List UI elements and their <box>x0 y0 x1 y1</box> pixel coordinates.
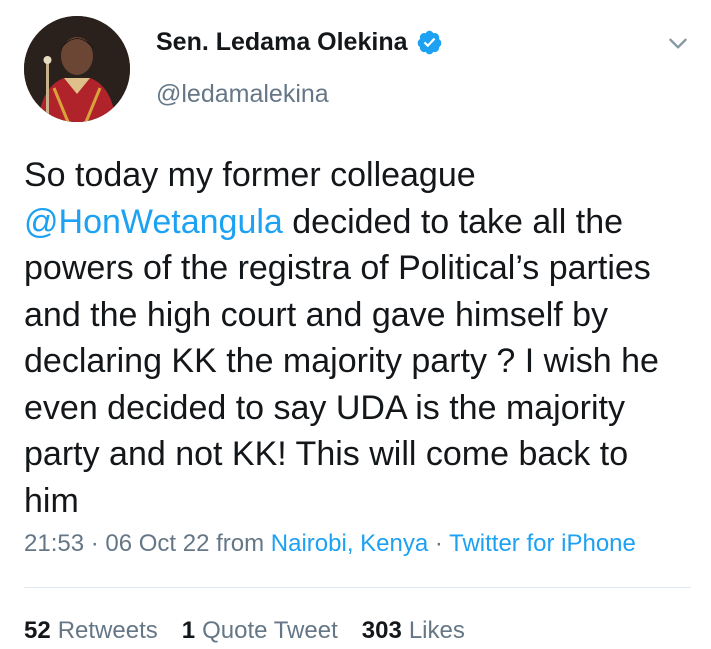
avatar-photo <box>24 16 130 122</box>
tweet-meta: 21:53 · 06 Oct 22 from Nairobi, Kenya · … <box>24 530 636 558</box>
quote-count: 1 <box>181 617 196 644</box>
mention-link[interactable]: @HonWetangula <box>24 203 283 241</box>
tweet-date[interactable]: 06 Oct 22 <box>105 530 209 557</box>
likes-count: 303 <box>361 617 402 644</box>
tweet-text: So today my former colleague @HonWetangul… <box>24 152 684 524</box>
retweets-count: 52 <box>24 617 51 644</box>
chevron-down-icon[interactable] <box>665 30 691 56</box>
tweet-stats: 52 Retweets 1 Quote Tweet 303 Likes <box>24 617 465 645</box>
author-row: Sen. Ledama Olekina <box>156 28 443 57</box>
tweet-time[interactable]: 21:53 <box>24 530 84 557</box>
meta-separator: · <box>84 530 106 557</box>
tweet: Sen. Ledama Olekina @ledamalekina So tod… <box>0 0 711 649</box>
quote-label: Quote Tweet <box>202 617 338 644</box>
retweets-stat[interactable]: 52 Retweets <box>24 617 158 645</box>
location-link[interactable]: Nairobi, Kenya <box>271 530 428 557</box>
quote-tweet-stat[interactable]: 1 Quote Tweet <box>182 617 338 645</box>
author-handle[interactable]: @ledamalekina <box>156 80 329 109</box>
likes-label: Likes <box>408 617 465 644</box>
divider <box>24 587 691 588</box>
retweets-label: Retweets <box>57 617 158 644</box>
from-label: from <box>209 530 271 557</box>
author-display-name[interactable]: Sen. Ledama Olekina <box>156 28 408 57</box>
tweet-text-part1: So today my former colleague <box>24 156 476 194</box>
likes-stat[interactable]: 303 Likes <box>362 617 465 645</box>
verified-badge-icon <box>416 29 443 56</box>
tweet-text-part2: decided to take all the powers of the re… <box>24 202 659 520</box>
source-link[interactable]: Twitter for iPhone <box>449 530 636 557</box>
avatar[interactable] <box>24 16 130 122</box>
meta-separator: · <box>428 530 450 557</box>
